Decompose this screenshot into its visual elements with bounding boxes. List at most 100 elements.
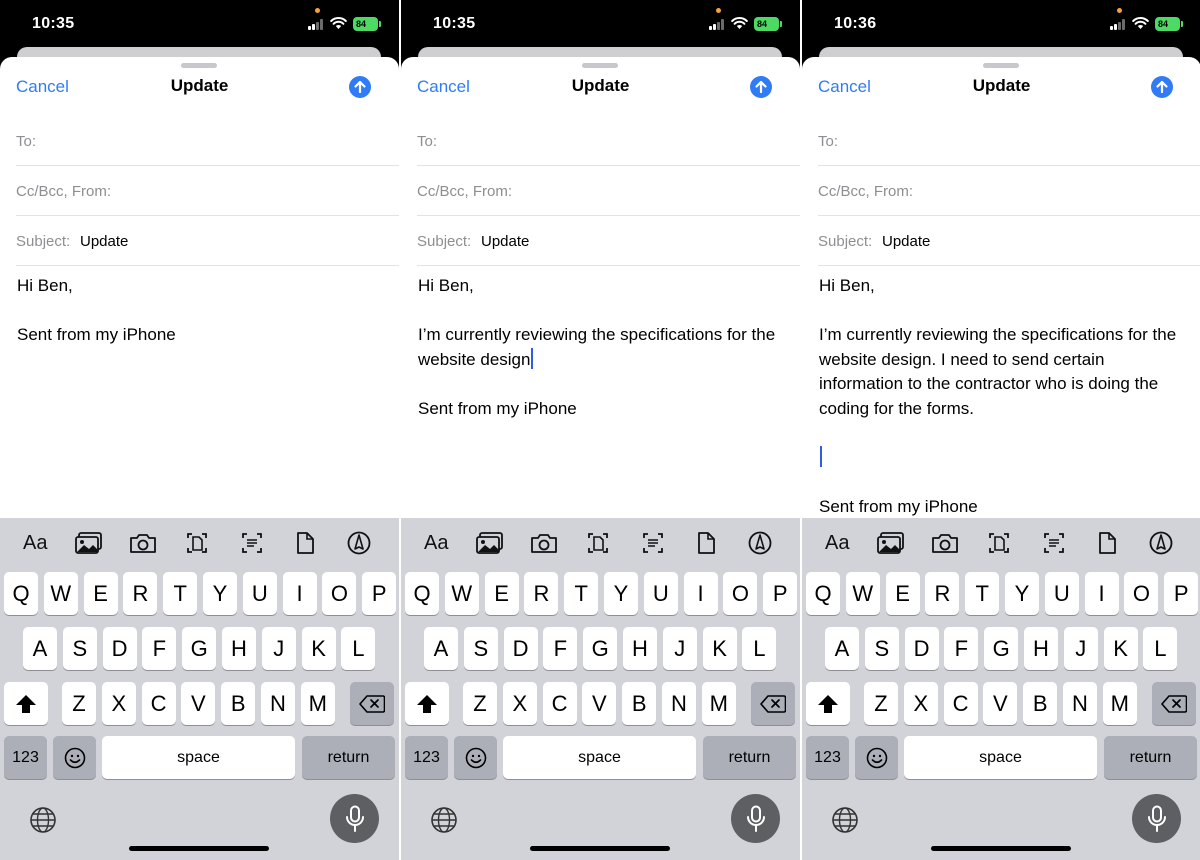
send-button[interactable] (750, 76, 772, 98)
numbers-key[interactable]: 123 (806, 736, 849, 779)
format-text-button[interactable]: Aa (825, 532, 855, 558)
home-indicator[interactable] (129, 846, 269, 851)
key-g[interactable]: G (583, 627, 618, 670)
globe-icon[interactable] (28, 805, 58, 835)
key-q[interactable]: Q (806, 572, 840, 615)
message-body[interactable]: Hi Ben, I’m currently reviewing the speci… (819, 274, 1185, 519)
document-button[interactable] (290, 530, 320, 556)
key-p[interactable]: P (1164, 572, 1199, 615)
globe-icon[interactable] (830, 805, 860, 835)
key-r[interactable]: R (524, 572, 559, 615)
message-body[interactable]: Hi Ben, Sent from my iPhone (17, 274, 383, 348)
return-key[interactable]: return (703, 736, 796, 779)
key-t[interactable]: T (564, 572, 599, 615)
scan-document-button[interactable] (984, 530, 1014, 556)
key-c[interactable]: C (542, 682, 577, 725)
numbers-key[interactable]: 123 (405, 736, 448, 779)
key-y[interactable]: Y (1005, 572, 1039, 615)
key-k[interactable]: K (702, 627, 737, 670)
key-l[interactable]: L (341, 627, 376, 670)
emoji-key[interactable] (855, 736, 898, 779)
space-key[interactable]: space (102, 736, 295, 779)
key-s[interactable]: S (463, 627, 498, 670)
return-key[interactable]: return (1104, 736, 1197, 779)
key-a[interactable]: A (424, 627, 458, 670)
key-b[interactable]: B (221, 682, 256, 725)
key-j[interactable]: J (662, 627, 697, 670)
key-f[interactable]: F (543, 627, 578, 670)
key-c[interactable]: C (141, 682, 176, 725)
message-body[interactable]: Hi Ben, I’m currently reviewing the speci… (418, 274, 784, 421)
subject-field[interactable]: Subject: Update (16, 216, 399, 266)
key-b[interactable]: B (622, 682, 657, 725)
key-w[interactable]: W (444, 572, 479, 615)
scan-text-button[interactable] (1039, 530, 1069, 556)
key-d[interactable]: D (102, 627, 137, 670)
to-field[interactable]: To: (16, 116, 399, 166)
key-h[interactable]: H (1024, 627, 1058, 670)
markup-button[interactable] (745, 530, 775, 556)
photo-library-button[interactable] (475, 530, 505, 556)
emoji-key[interactable] (454, 736, 497, 779)
key-z[interactable]: Z (864, 682, 898, 725)
key-o[interactable]: O (322, 572, 357, 615)
key-l[interactable]: L (1143, 627, 1178, 670)
key-u[interactable]: U (242, 572, 277, 615)
camera-button[interactable] (529, 530, 559, 556)
camera-button[interactable] (930, 530, 960, 556)
key-q[interactable]: Q (405, 572, 439, 615)
key-m[interactable]: M (300, 682, 335, 725)
key-x[interactable]: X (903, 682, 938, 725)
key-k[interactable]: K (301, 627, 336, 670)
to-field[interactable]: To: (417, 116, 800, 166)
delete-key[interactable] (350, 682, 394, 725)
key-y[interactable]: Y (604, 572, 638, 615)
key-f[interactable]: F (142, 627, 177, 670)
sheet-grabber[interactable] (181, 63, 217, 68)
shift-key[interactable] (806, 682, 850, 725)
key-c[interactable]: C (943, 682, 978, 725)
key-q[interactable]: Q (4, 572, 38, 615)
key-e[interactable]: E (484, 572, 519, 615)
photo-library-button[interactable] (74, 530, 104, 556)
home-indicator[interactable] (931, 846, 1071, 851)
key-x[interactable]: X (502, 682, 537, 725)
dictation-button[interactable] (330, 794, 379, 843)
camera-button[interactable] (128, 530, 158, 556)
numbers-key[interactable]: 123 (4, 736, 47, 779)
shift-key[interactable] (405, 682, 449, 725)
key-k[interactable]: K (1103, 627, 1138, 670)
to-field[interactable]: To: (818, 116, 1200, 166)
cc-bcc-from-field[interactable]: Cc/Bcc, From: (818, 166, 1200, 216)
key-s[interactable]: S (62, 627, 97, 670)
key-o[interactable]: O (1124, 572, 1159, 615)
key-l[interactable]: L (742, 627, 777, 670)
key-i[interactable]: I (1084, 572, 1119, 615)
home-indicator[interactable] (530, 846, 670, 851)
key-a[interactable]: A (23, 627, 57, 670)
key-n[interactable]: N (1063, 682, 1097, 725)
globe-icon[interactable] (429, 805, 459, 835)
send-button[interactable] (349, 76, 371, 98)
key-d[interactable]: D (904, 627, 939, 670)
space-key[interactable]: space (503, 736, 696, 779)
key-v[interactable]: V (181, 682, 216, 725)
key-h[interactable]: H (623, 627, 657, 670)
sheet-grabber[interactable] (582, 63, 618, 68)
dictation-button[interactable] (1132, 794, 1181, 843)
key-j[interactable]: J (1063, 627, 1098, 670)
key-y[interactable]: Y (203, 572, 237, 615)
key-d[interactable]: D (503, 627, 538, 670)
document-button[interactable] (691, 530, 721, 556)
emoji-key[interactable] (53, 736, 96, 779)
scan-text-button[interactable] (237, 530, 267, 556)
key-e[interactable]: E (885, 572, 920, 615)
key-g[interactable]: G (984, 627, 1019, 670)
key-i[interactable]: I (282, 572, 317, 615)
key-f[interactable]: F (944, 627, 979, 670)
key-a[interactable]: A (825, 627, 859, 670)
format-text-button[interactable]: Aa (424, 532, 454, 558)
key-m[interactable]: M (701, 682, 736, 725)
photo-library-button[interactable] (876, 530, 906, 556)
subject-field[interactable]: Subject: Update (417, 216, 800, 266)
